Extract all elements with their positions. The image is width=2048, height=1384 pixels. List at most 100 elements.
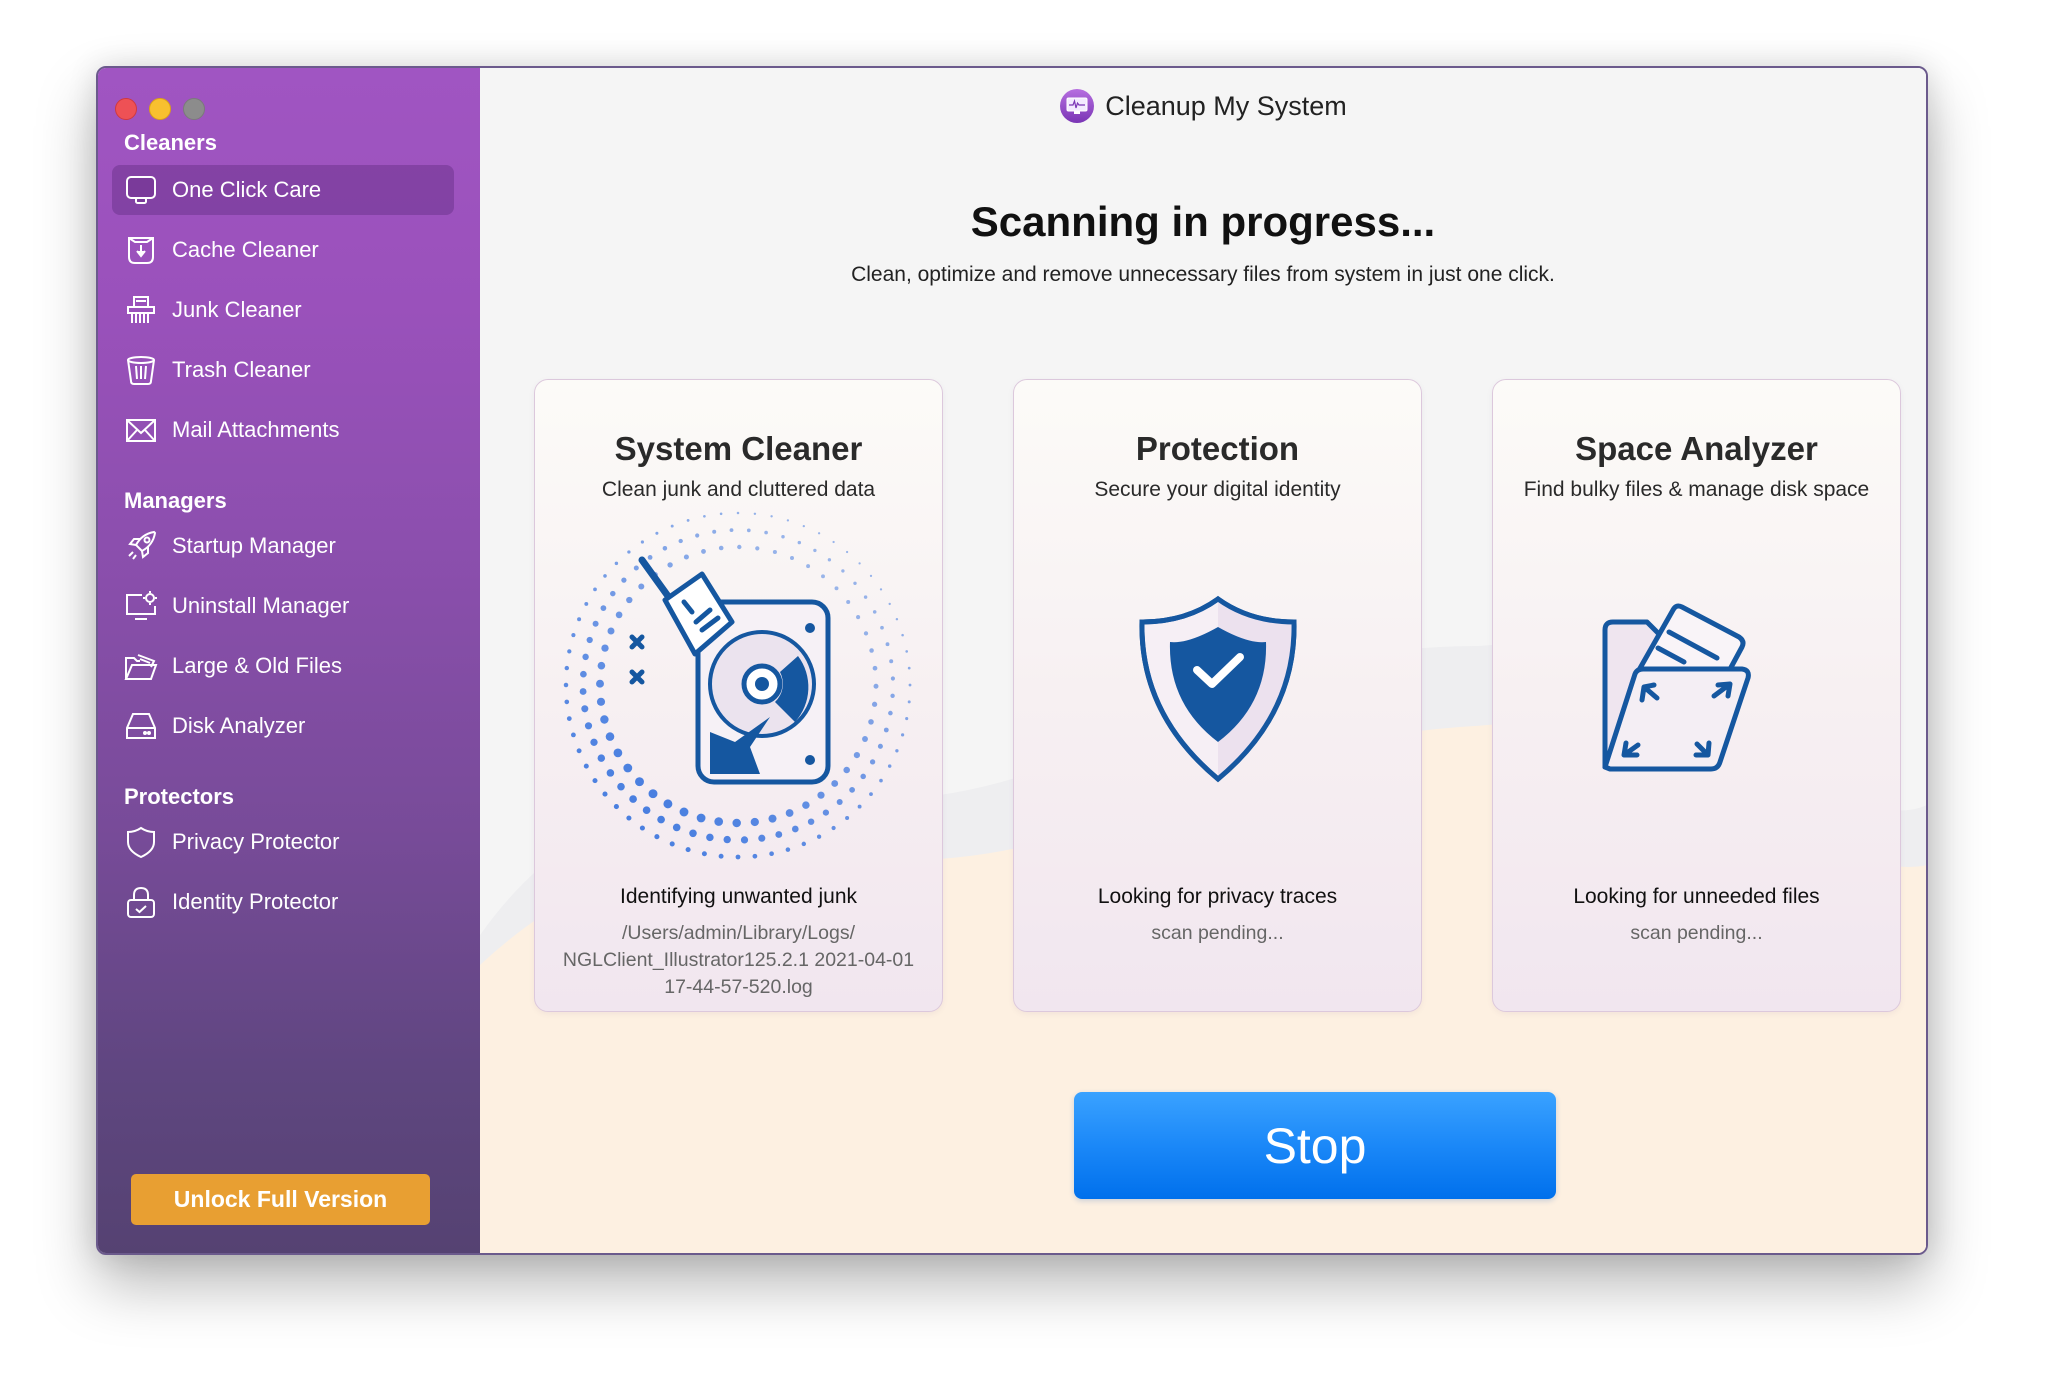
scan-path-line: /Users/admin/Library/Logs/	[621, 922, 855, 944]
scan-path-line: 17-44-57-520.log	[664, 976, 813, 998]
stop-button[interactable]: Stop	[1074, 1092, 1556, 1199]
scan-dot	[786, 519, 790, 522]
unlock-full-version-button[interactable]: Unlock Full Version	[131, 1174, 430, 1225]
scan-dot	[869, 648, 874, 653]
cache-download-icon	[124, 233, 158, 267]
scan-dot	[831, 780, 839, 787]
sidebar-item-uninstall-manager[interactable]: Uninstall Manager	[112, 581, 454, 631]
scan-dot	[772, 549, 777, 555]
scan-dot	[614, 561, 619, 566]
scan-dot	[696, 813, 706, 823]
app-window: Cleaners One Click Care Cache Cleaner Ju…	[96, 66, 1928, 1255]
scan-dot	[831, 825, 836, 831]
scan-dot	[564, 699, 570, 705]
scan-dot	[626, 815, 632, 821]
scan-dot	[889, 659, 894, 664]
sidebar-item-junk-cleaner[interactable]: Junk Cleaner	[112, 285, 454, 335]
scan-dot	[862, 736, 868, 742]
scan-dot	[895, 749, 899, 753]
sidebar-item-startup-manager[interactable]: Startup Manager	[112, 521, 454, 571]
scan-dot	[908, 683, 912, 687]
scan-dot	[626, 596, 633, 604]
scan-dot	[901, 633, 904, 637]
scan-dot	[736, 511, 740, 515]
scan-dot	[719, 512, 723, 516]
scan-dot	[775, 831, 783, 838]
card-status: Looking for unneeded files	[1573, 885, 1820, 908]
shield-icon	[124, 825, 158, 859]
scan-dot	[605, 732, 615, 741]
scan-dot	[827, 558, 832, 562]
sidebar-item-label: Disk Analyzer	[172, 713, 306, 738]
scan-dot	[863, 631, 869, 636]
scan-dot	[785, 809, 794, 817]
scan-dot	[750, 817, 759, 827]
scan-dot	[640, 540, 644, 544]
app-logo-icon	[1060, 89, 1095, 123]
sidebar-item-trash-cleaner[interactable]: Trash Cleaner	[112, 345, 454, 395]
minimize-window-button[interactable]	[149, 98, 171, 120]
scan-dot	[686, 518, 690, 522]
scan-dot	[879, 588, 883, 591]
main-panel: Cleanup My System Scanning in progress..…	[480, 68, 1926, 1253]
scan-dot	[685, 847, 691, 853]
scan-dot	[845, 815, 850, 821]
scan-dot	[740, 836, 749, 844]
scan-dot	[858, 562, 861, 565]
section-label-cleaners: Cleaners	[124, 130, 217, 155]
trash-icon	[124, 353, 158, 387]
scan-dot	[856, 615, 861, 620]
scan-dot	[577, 617, 582, 622]
card-system-cleaner: System Cleaner Clean junk and cluttered …	[534, 379, 943, 1012]
folder-expand-icon	[1602, 603, 1751, 772]
sidebar: Cleaners One Click Care Cache Cleaner Ju…	[98, 68, 480, 1253]
scan-dot	[770, 515, 773, 518]
scan-dot	[807, 818, 815, 825]
scan-dot	[801, 841, 807, 847]
scan-dot	[701, 851, 707, 857]
sidebar-item-label: Large & Old Files	[172, 653, 342, 678]
card-title: Protection	[1135, 430, 1300, 467]
scan-dot	[683, 554, 689, 560]
scan-dot	[584, 601, 589, 606]
scan-dot	[752, 853, 758, 859]
scan-dot	[714, 817, 724, 826]
scan-dot	[564, 665, 569, 671]
sidebar-item-label: Cache Cleaner	[172, 237, 319, 262]
close-window-button[interactable]	[115, 98, 137, 120]
scan-dot	[845, 550, 849, 554]
sidebar-item-mail-attachments[interactable]: Mail Attachments	[112, 405, 454, 455]
card-protection: Protection Secure your digital identity …	[1013, 379, 1422, 1012]
shredder-icon	[124, 293, 158, 327]
zoom-window-button[interactable]	[183, 98, 205, 120]
sidebar-item-disk-analyzer[interactable]: Disk Analyzer	[112, 701, 454, 751]
scan-dot	[872, 610, 877, 614]
scan-dot	[655, 531, 659, 535]
sidebar-item-identity-protector[interactable]: Identity Protector	[112, 877, 454, 927]
scan-dot	[590, 738, 598, 746]
sidebar-item-one-click-care[interactable]: One Click Care	[112, 165, 454, 215]
scan-dot	[816, 834, 822, 839]
section-label-protectors: Protectors	[124, 784, 235, 809]
sidebar-item-cache-cleaner[interactable]: Cache Cleaner	[112, 225, 454, 275]
scan-dot	[647, 555, 653, 560]
scan-dot	[732, 818, 741, 828]
scan-dot	[834, 586, 839, 591]
sidebar-item-large-old-files[interactable]: Large & Old Files	[112, 641, 454, 691]
scan-dot	[735, 854, 741, 860]
scan-dot	[601, 644, 609, 652]
scan-dot	[602, 791, 608, 797]
scan-dot	[580, 670, 587, 678]
scan-dot	[785, 847, 791, 852]
scan-dot	[563, 682, 569, 688]
scan-dot	[669, 841, 675, 847]
scan-dot	[821, 574, 825, 579]
scan-dot	[639, 825, 645, 831]
scan-dot	[706, 833, 714, 842]
scan-dot	[753, 512, 757, 516]
scan-dot	[907, 700, 911, 704]
scan-dot	[755, 546, 760, 551]
scan-dot	[764, 530, 768, 535]
sidebar-item-privacy-protector[interactable]: Privacy Protector	[112, 817, 454, 867]
scan-dot	[872, 665, 878, 671]
